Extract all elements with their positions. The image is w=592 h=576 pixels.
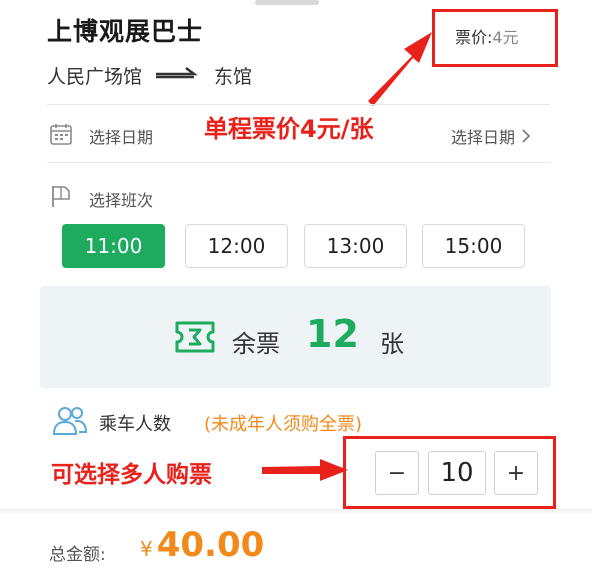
total-amount: ¥40.00 [140,525,264,565]
shift-option-1300[interactable]: 13:00 [304,224,407,268]
total-amount-value: 40.00 [156,525,265,565]
chevron-right-icon [522,129,531,143]
single-price-annotation: 单程票价4元/张 [204,115,374,143]
minor-full-ticket-note: (未成年人须购全票) [204,414,363,435]
price-callout-arrow [368,32,432,106]
shift-option-1500[interactable]: 15:00 [422,224,525,268]
date-picker-button[interactable]: 选择日期 [451,124,531,148]
ticket-price-label: 票价: [455,28,493,47]
route-to: 东馆 [214,65,253,88]
date-picker-label: 选择日期 [451,128,516,147]
decrease-button[interactable]: − [375,451,419,495]
date-label: 选择日期 [89,128,154,147]
remaining-count: 12 [306,312,359,356]
route: 人民广场馆 东馆 [47,61,252,89]
calendar-icon [50,124,72,145]
increase-button[interactable]: + [494,451,538,495]
divider [47,104,550,105]
passengers-icon [52,407,88,435]
footer-divider [0,509,592,515]
shift-option-1100[interactable]: 11:00 [62,224,165,268]
route-arrow-icon [156,66,198,79]
route-from: 人民广场馆 [47,65,143,88]
remaining-label: 余票 [232,330,280,358]
sheet-drag-handle[interactable] [255,0,319,5]
remaining-tickets-card [40,286,551,388]
ticket-booking-page: 上博观展巴士 人民广场馆 东馆 票价:4元 选择日期 单程票价4元/张 选择日期 [0,0,592,576]
currency-symbol: ¥ [140,537,153,561]
shift-label: 选择班次 [89,191,154,210]
remaining-unit: 张 [380,330,404,358]
ticket-price: 票价:4元 [455,24,519,48]
multi-purchase-annotation: 可选择多人购票 [51,462,212,488]
ticket-price-value: 4元 [492,28,519,47]
quantity-stepper-value[interactable]: 10 [428,451,486,495]
ticket-icon [175,321,215,353]
bus-line-title: 上博观展巴士 [47,17,204,46]
divider [47,162,550,163]
flag-icon [52,186,70,207]
total-label: 总金额: [49,545,106,565]
shift-option-1200[interactable]: 12:00 [185,224,288,268]
stepper-callout-arrow [262,459,348,481]
passenger-count-label: 乘车人数 [99,414,171,435]
